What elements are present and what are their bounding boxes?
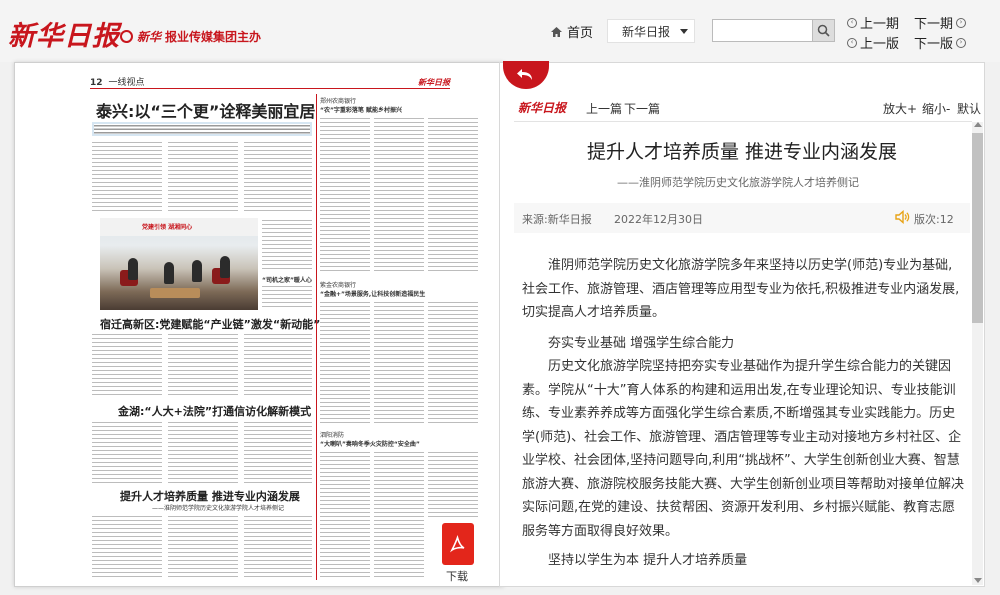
download-pdf-button[interactable]: 下载 <box>440 523 476 583</box>
text-column <box>428 116 478 274</box>
return-arrow-icon <box>517 69 532 80</box>
article-date: 2022年12月30日 <box>614 213 703 226</box>
text-column <box>262 218 312 272</box>
text-column <box>262 284 312 310</box>
story-zijin-headline[interactable]: “金融+”场景服务,让科技创新造福民生 <box>320 289 425 298</box>
kicker-text: 郑州农商银行 <box>320 98 357 105</box>
next-issue-link[interactable]: 下一期 › <box>914 13 967 32</box>
text-column <box>244 140 312 214</box>
text-column <box>168 140 238 214</box>
scroll-up-arrow-icon[interactable] <box>974 122 982 127</box>
text-column <box>320 116 370 274</box>
home-label: 首页 <box>567 26 594 41</box>
story-taixing-headline[interactable]: 泰兴:以“三个更”诠释美丽宜居 <box>96 98 315 122</box>
search-icon <box>817 24 830 37</box>
story-jinhu-headline[interactable]: 金湖:“人大+法院”打通信访化解新模式 <box>118 403 311 419</box>
inset-title: “司机之家”暖人心 <box>262 277 312 284</box>
article-subtitle: ——淮阴师范学院历史文化旅游学院人才培养侧记 <box>617 176 859 189</box>
text-column <box>92 420 162 484</box>
scrollbar-thumb[interactable] <box>972 133 983 323</box>
text-column <box>244 332 312 396</box>
article-source: 来源:新华日报 <box>522 213 592 226</box>
default-size-button[interactable]: 默认 <box>957 100 981 117</box>
article-paragraph: 淮阴师范学院历史文化旅游学院多年来坚持以历史学(师范)专业为基础,社会工作、旅游… <box>522 258 960 320</box>
article-meta-bar: 来源:新华日报 2022年12月30日 版次:12 <box>514 203 970 233</box>
story-nongshang-headline[interactable]: “农”字重彩落笔 赋能乡村振兴 <box>320 105 402 114</box>
group-text: 报业传媒集团主办 <box>165 30 262 44</box>
text-column <box>428 450 478 520</box>
article-toolbar: 新华日报 上一篇 下一篇 放大+ 缩小- 默认 <box>514 99 982 119</box>
paper-select[interactable]: 新华日报 <box>607 19 695 43</box>
home-link[interactable]: 首页 <box>550 22 593 41</box>
page-header-strip: 12 一线视点 新华日报 <box>90 77 450 89</box>
group-brand: 新华 <box>137 30 162 44</box>
chevron-right-icon: › <box>956 17 967 28</box>
text-column <box>168 332 238 396</box>
story-huaiyin-subhead: ——淮阴师范学院历史文化旅游学院人才培养侧记 <box>152 505 285 512</box>
search-button[interactable] <box>812 19 835 42</box>
toolbar-divider <box>514 121 972 122</box>
text-column <box>374 116 424 274</box>
download-label: 下载 <box>446 570 468 583</box>
prev-issue-label: 上一期 <box>860 17 900 32</box>
text-column <box>244 420 312 484</box>
top-header: 新华日报 新华 报业传媒集团主办 首页 新华日报 ‹ 上一期 下一期 › ‹ 上… <box>0 0 1000 62</box>
text-column <box>374 300 424 426</box>
zoom-out-button[interactable]: 缩小- <box>922 100 950 117</box>
group-logo-icon <box>120 30 133 43</box>
next-page-link[interactable]: 下一版 › <box>914 33 967 52</box>
text-column <box>92 140 162 214</box>
chevron-left-icon: ‹ <box>847 17 857 28</box>
chevron-down-icon <box>680 28 689 34</box>
kicker-text: 紫金农商银行 <box>320 282 357 289</box>
zoom-in-button[interactable]: 放大+ <box>883 100 917 117</box>
article-section-heading: 坚持以学生为本 提升人才培养质量 <box>548 553 748 568</box>
search-input[interactable] <box>712 19 813 42</box>
page-number: 12 <box>90 78 103 88</box>
home-icon <box>551 26 562 37</box>
page-brand: 新华日报 <box>418 77 450 87</box>
lead-text-block <box>94 124 310 134</box>
text-column <box>428 300 478 426</box>
prev-page-label: 上一版 <box>860 37 900 52</box>
photo-sign: 党建引领 湖湘同心 <box>142 224 193 231</box>
next-page-label: 下一版 <box>914 37 954 52</box>
column-divider <box>316 94 317 580</box>
story-suqian-headline[interactable]: 宿迁高新区:党建赋能“产业链”激发“新动能” <box>100 316 320 332</box>
group-sponsor: 新华 报业传媒集团主办 <box>120 28 261 45</box>
article-brand-logo: 新华日报 <box>518 101 567 115</box>
article-section-heading: 夯实专业基础 增强学生综合能力 <box>548 335 735 351</box>
speaker-icon[interactable] <box>894 209 910 227</box>
page-section: 一线视点 <box>108 78 145 88</box>
story-huaiyin-headline[interactable]: 提升人才培养质量 推进专业内涵发展 <box>120 488 300 504</box>
text-column <box>244 514 312 580</box>
next-article-link[interactable]: 下一篇 <box>624 100 660 117</box>
pdf-icon <box>442 523 474 565</box>
article-title: 提升人才培养质量 推进专业内涵发展 <box>586 141 898 163</box>
xinhua-daily-logo[interactable]: 新华日报 <box>8 14 120 53</box>
text-column <box>92 332 162 396</box>
text-column <box>320 450 370 580</box>
text-column <box>168 420 238 484</box>
prev-issue-link[interactable]: ‹ 上一期 <box>847 13 899 32</box>
text-column <box>92 514 162 580</box>
newspaper-page-image[interactable]: 12 一线视点 新华日报 泰兴:以“三个更”诠释美丽宜居 党建引领 湖湘同心 “… <box>22 70 502 580</box>
text-column <box>168 514 238 580</box>
chevron-left-icon: ‹ <box>847 37 857 48</box>
text-column <box>374 450 424 580</box>
prev-article-link[interactable]: 上一篇 <box>586 100 622 117</box>
next-issue-label: 下一期 <box>914 17 954 32</box>
article-body: 淮阴师范学院历史文化旅游学院多年来坚持以历史学(师范)专业为基础,社会工作、旅游… <box>522 254 964 573</box>
text-column <box>320 300 370 426</box>
story-siyang-headline[interactable]: “大喇叭”奏响冬季火灾防控“安全曲” <box>320 439 420 448</box>
article-edition: 版次:12 <box>914 213 954 226</box>
scroll-down-arrow-icon[interactable] <box>974 578 982 583</box>
kicker-text: 泗阳消防 <box>320 432 345 439</box>
news-photo: 党建引领 湖湘同心 <box>100 218 258 310</box>
article-paragraph: 历史文化旅游学院坚持把夯实专业基础作为提升学生综合能力的关键因素。学院从“十大”… <box>522 359 965 539</box>
chevron-right-icon: › <box>956 37 967 48</box>
paper-select-value: 新华日报 <box>622 24 671 39</box>
prev-page-link[interactable]: ‹ 上一版 <box>847 33 899 52</box>
